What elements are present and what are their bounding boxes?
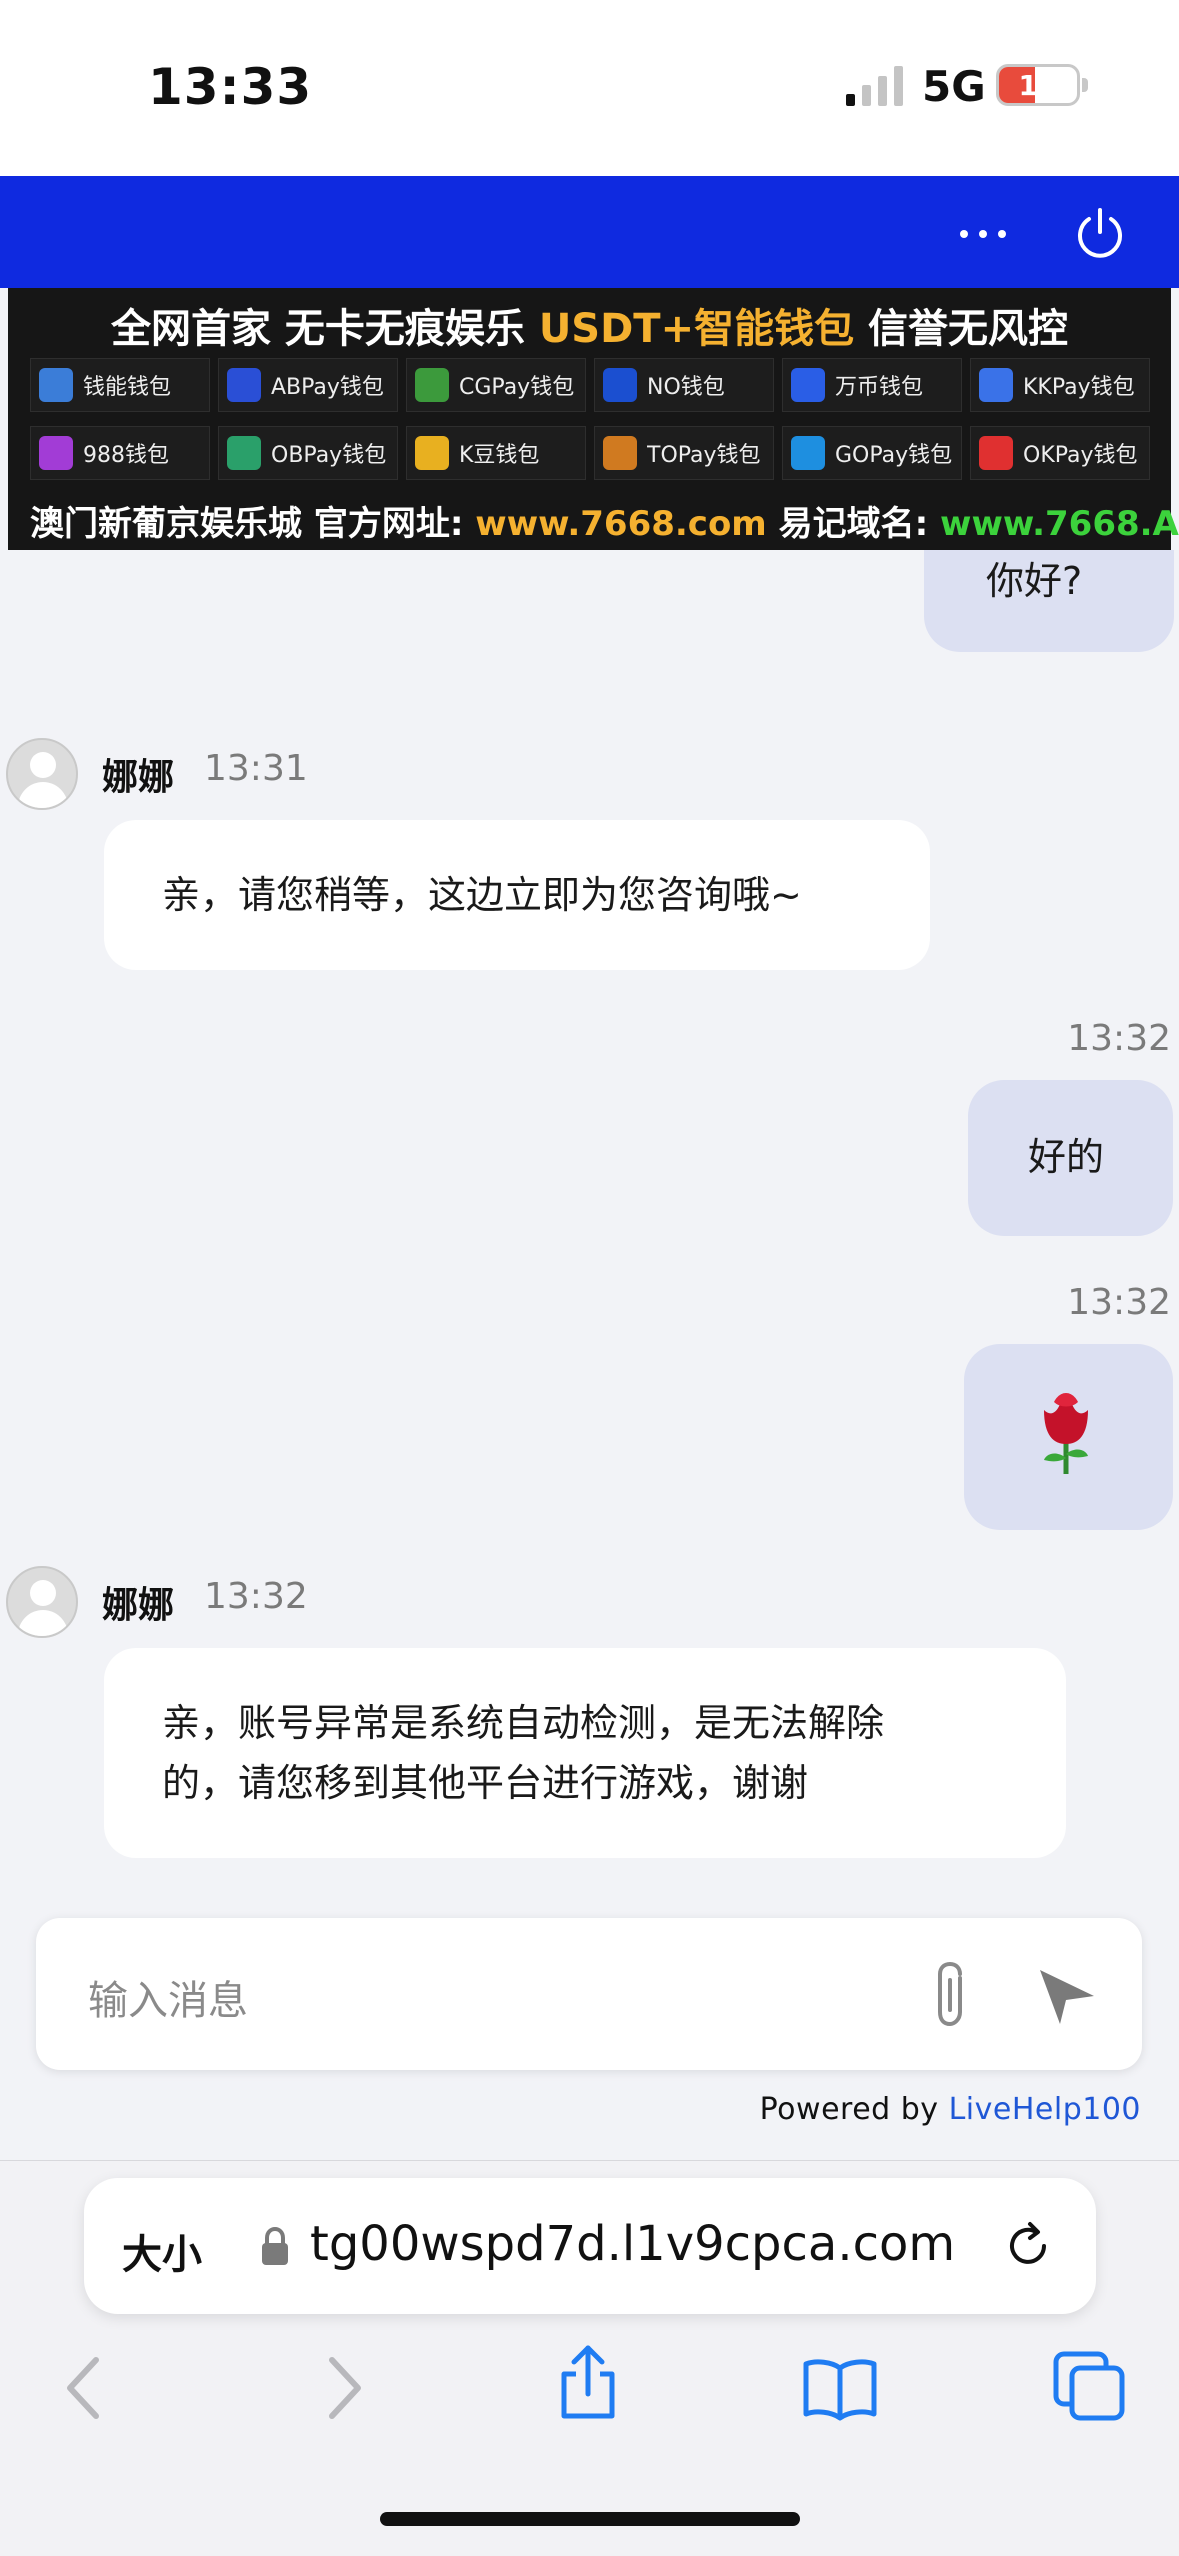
message-time: 13:32 — [1067, 1282, 1171, 1323]
wallet-item[interactable]: OBPay钱包 — [218, 426, 398, 480]
bookmarks-icon[interactable] — [800, 2348, 880, 2428]
banner-title-suffix: 信誉无风控 — [854, 306, 1069, 352]
agent-avatar — [6, 1566, 78, 1638]
home-indicator — [380, 2512, 800, 2526]
banner-official-url[interactable]: www.7668.com — [475, 504, 766, 544]
back-icon[interactable] — [46, 2348, 126, 2428]
promo-banner[interactable]: 全网首家 无卡无痕娱乐 USDT+智能钱包 信誉无风控 钱能钱包 ABPay钱包 C… — [8, 288, 1179, 550]
more-options-icon[interactable] — [954, 210, 1012, 254]
tabs-icon[interactable] — [1050, 2346, 1130, 2426]
wallet-item[interactable]: ABPay钱包 — [218, 358, 398, 412]
power-icon[interactable] — [1072, 206, 1128, 262]
wallet-logo-icon — [227, 436, 261, 470]
wallet-logo-icon — [39, 368, 73, 402]
wallet-logo-icon — [603, 368, 637, 402]
outgoing-message-bubble — [964, 1344, 1173, 1530]
wallet-logo-icon — [227, 368, 261, 402]
agent-name: 娜娜 — [102, 1585, 175, 1626]
wallet-logo-icon — [791, 368, 825, 402]
network-type: 5G — [922, 62, 986, 111]
forward-icon[interactable] — [302, 2348, 382, 2428]
status-time: 13:33 — [148, 58, 313, 116]
attachment-icon[interactable] — [920, 1960, 984, 2030]
message-text: 好的 — [1028, 1135, 1105, 1179]
wallet-item[interactable]: 988钱包 — [30, 426, 210, 480]
wallet-logo-icon — [39, 436, 73, 470]
wallet-name: OKPay钱包 — [1023, 443, 1138, 468]
rose-icon — [1044, 1393, 1088, 1474]
message-input[interactable]: 输入消息 — [36, 1918, 1142, 2070]
wallet-item[interactable]: OKPay钱包 — [970, 426, 1150, 480]
wallet-logo-icon — [979, 368, 1013, 402]
wallet-name: 钱能钱包 — [83, 375, 172, 400]
message-text: 亲，请您稍等，这边立即为您咨询哦~ — [162, 873, 802, 917]
wallet-item[interactable]: 钱能钱包 — [30, 358, 210, 412]
wallet-logo-icon — [791, 436, 825, 470]
message-text: 你好? — [986, 559, 1083, 603]
status-bar: 13:33 5G 13 — [0, 0, 1179, 176]
agent-name: 娜娜 — [102, 757, 175, 798]
cell-signal-icon — [846, 66, 903, 106]
banner-easy-url[interactable]: www.7668.AM — [940, 504, 1179, 544]
url-text[interactable]: tg00wspd7d.l1v9cpca.com — [310, 2216, 955, 2272]
livehelp-link[interactable]: LiveHelp100 — [949, 2092, 1141, 2127]
wallet-item[interactable]: NO钱包 — [594, 358, 774, 412]
wallet-item[interactable]: CGPay钱包 — [406, 358, 586, 412]
banner-footer-label: 澳门新葡京娱乐城 官方网址: — [30, 504, 476, 544]
wallet-item[interactable]: TOPay钱包 — [594, 426, 774, 480]
text-size-button[interactable]: 大小 — [122, 2222, 202, 2280]
message-time: 13:31 — [204, 748, 308, 789]
wallet-name: ABPay钱包 — [271, 375, 384, 400]
message-time: 13:32 — [204, 1576, 308, 1617]
lock-icon — [262, 2226, 288, 2265]
wallet-name: CGPay钱包 — [459, 375, 575, 400]
wallet-name: KKPay钱包 — [1023, 375, 1135, 400]
battery-icon: 13 — [996, 64, 1080, 106]
wallet-name: OBPay钱包 — [271, 443, 387, 468]
reload-icon[interactable] — [1000, 2218, 1056, 2274]
wallet-item[interactable]: GOPay钱包 — [782, 426, 962, 480]
address-bar[interactable]: 大小 tg00wspd7d.l1v9cpca.com — [84, 2178, 1096, 2314]
message-text-line1: 亲，账号异常是系统自动检测，是无法解除 — [162, 1701, 885, 1745]
wallet-item[interactable]: 万币钱包 — [782, 358, 962, 412]
banner-footer: 澳门新葡京娱乐城 官方网址: www.7668.com 易记域名: www.76… — [30, 496, 1179, 545]
share-icon[interactable] — [548, 2344, 628, 2424]
wallet-grid: 钱能钱包 ABPay钱包 CGPay钱包 NO钱包 万币钱包 KKPay钱包 988钱包 OB… — [30, 358, 1160, 480]
wallet-logo-icon — [603, 436, 637, 470]
outgoing-message-bubble: 你好? — [924, 550, 1174, 652]
wallet-name: NO钱包 — [647, 375, 725, 400]
wallet-item[interactable]: K豆钱包 — [406, 426, 586, 480]
wallet-logo-icon — [979, 436, 1013, 470]
banner-title-prefix: 全网首家 无卡无痕娱乐 — [110, 306, 539, 352]
banner-title-highlight: USDT+智能钱包 — [538, 306, 855, 352]
message-time: 13:32 — [1067, 1018, 1171, 1059]
wallet-name: GOPay钱包 — [835, 443, 953, 468]
wallet-name: 万币钱包 — [835, 375, 924, 400]
powered-by: Powered by LiveHelp100 — [760, 2092, 1141, 2127]
send-icon[interactable] — [1032, 1962, 1098, 2028]
wallet-name: K豆钱包 — [459, 443, 540, 468]
powered-by-label: Powered by — [759, 2092, 949, 2127]
outgoing-message-bubble: 好的 — [968, 1080, 1173, 1236]
banner-title: 全网首家 无卡无痕娱乐 USDT+智能钱包 信誉无风控 — [8, 296, 1171, 354]
agent-avatar — [6, 738, 78, 810]
wallet-logo-icon — [415, 436, 449, 470]
wallet-name: TOPay钱包 — [647, 443, 761, 468]
wallet-name: 988钱包 — [83, 443, 169, 468]
banner-easy-label: 易记域名: — [766, 504, 941, 544]
message-text-line2: 的，请您移到其他平台进行游戏，谢谢 — [162, 1761, 809, 1805]
incoming-message-bubble: 亲，账号异常是系统自动检测，是无法解除 的，请您移到其他平台进行游戏，谢谢 — [104, 1648, 1066, 1858]
message-input-placeholder: 输入消息 — [88, 1978, 248, 2024]
battery-level: 13 — [1018, 69, 1058, 102]
wallet-item[interactable]: KKPay钱包 — [970, 358, 1150, 412]
incoming-message-bubble: 亲，请您稍等，这边立即为您咨询哦~ — [104, 820, 930, 970]
wallet-logo-icon — [415, 368, 449, 402]
battery-nub — [1082, 78, 1088, 92]
